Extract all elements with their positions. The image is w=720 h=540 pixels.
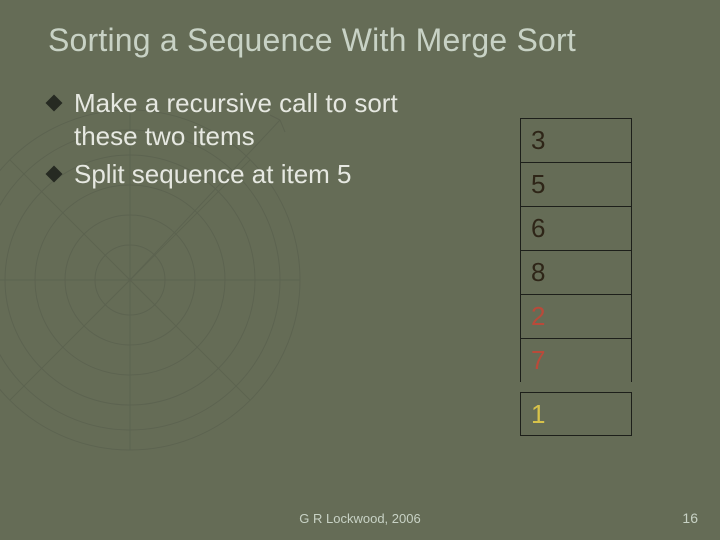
- sequence-gap: [520, 382, 632, 392]
- bullet-text: Split sequence at item 5: [74, 159, 352, 189]
- page-number: 16: [682, 510, 698, 526]
- sequence-cell: 3: [520, 118, 632, 162]
- bullet-item: Make a recursive call to sort these two …: [48, 87, 408, 152]
- footer-credit: G R Lockwood, 2006: [0, 511, 720, 526]
- sequence-cell: 7: [520, 338, 632, 382]
- diamond-bullet-icon: [46, 166, 63, 183]
- diamond-bullet-icon: [46, 95, 63, 112]
- sequence-column: 356827 1: [520, 118, 632, 436]
- sequence-cell: 5: [520, 162, 632, 206]
- sequence-cell: 8: [520, 250, 632, 294]
- sequence-cell: 2: [520, 294, 632, 338]
- bullet-list: Make a recursive call to sort these two …: [48, 87, 408, 197]
- sequence-cell: 6: [520, 206, 632, 250]
- bullet-text: Make a recursive call to sort these two …: [74, 88, 398, 151]
- slide-container: Sorting a Sequence With Merge Sort Make …: [0, 0, 720, 540]
- bullet-item: Split sequence at item 5: [48, 158, 408, 191]
- slide-title: Sorting a Sequence With Merge Sort: [48, 22, 692, 59]
- sequence-cell: 1: [520, 392, 632, 436]
